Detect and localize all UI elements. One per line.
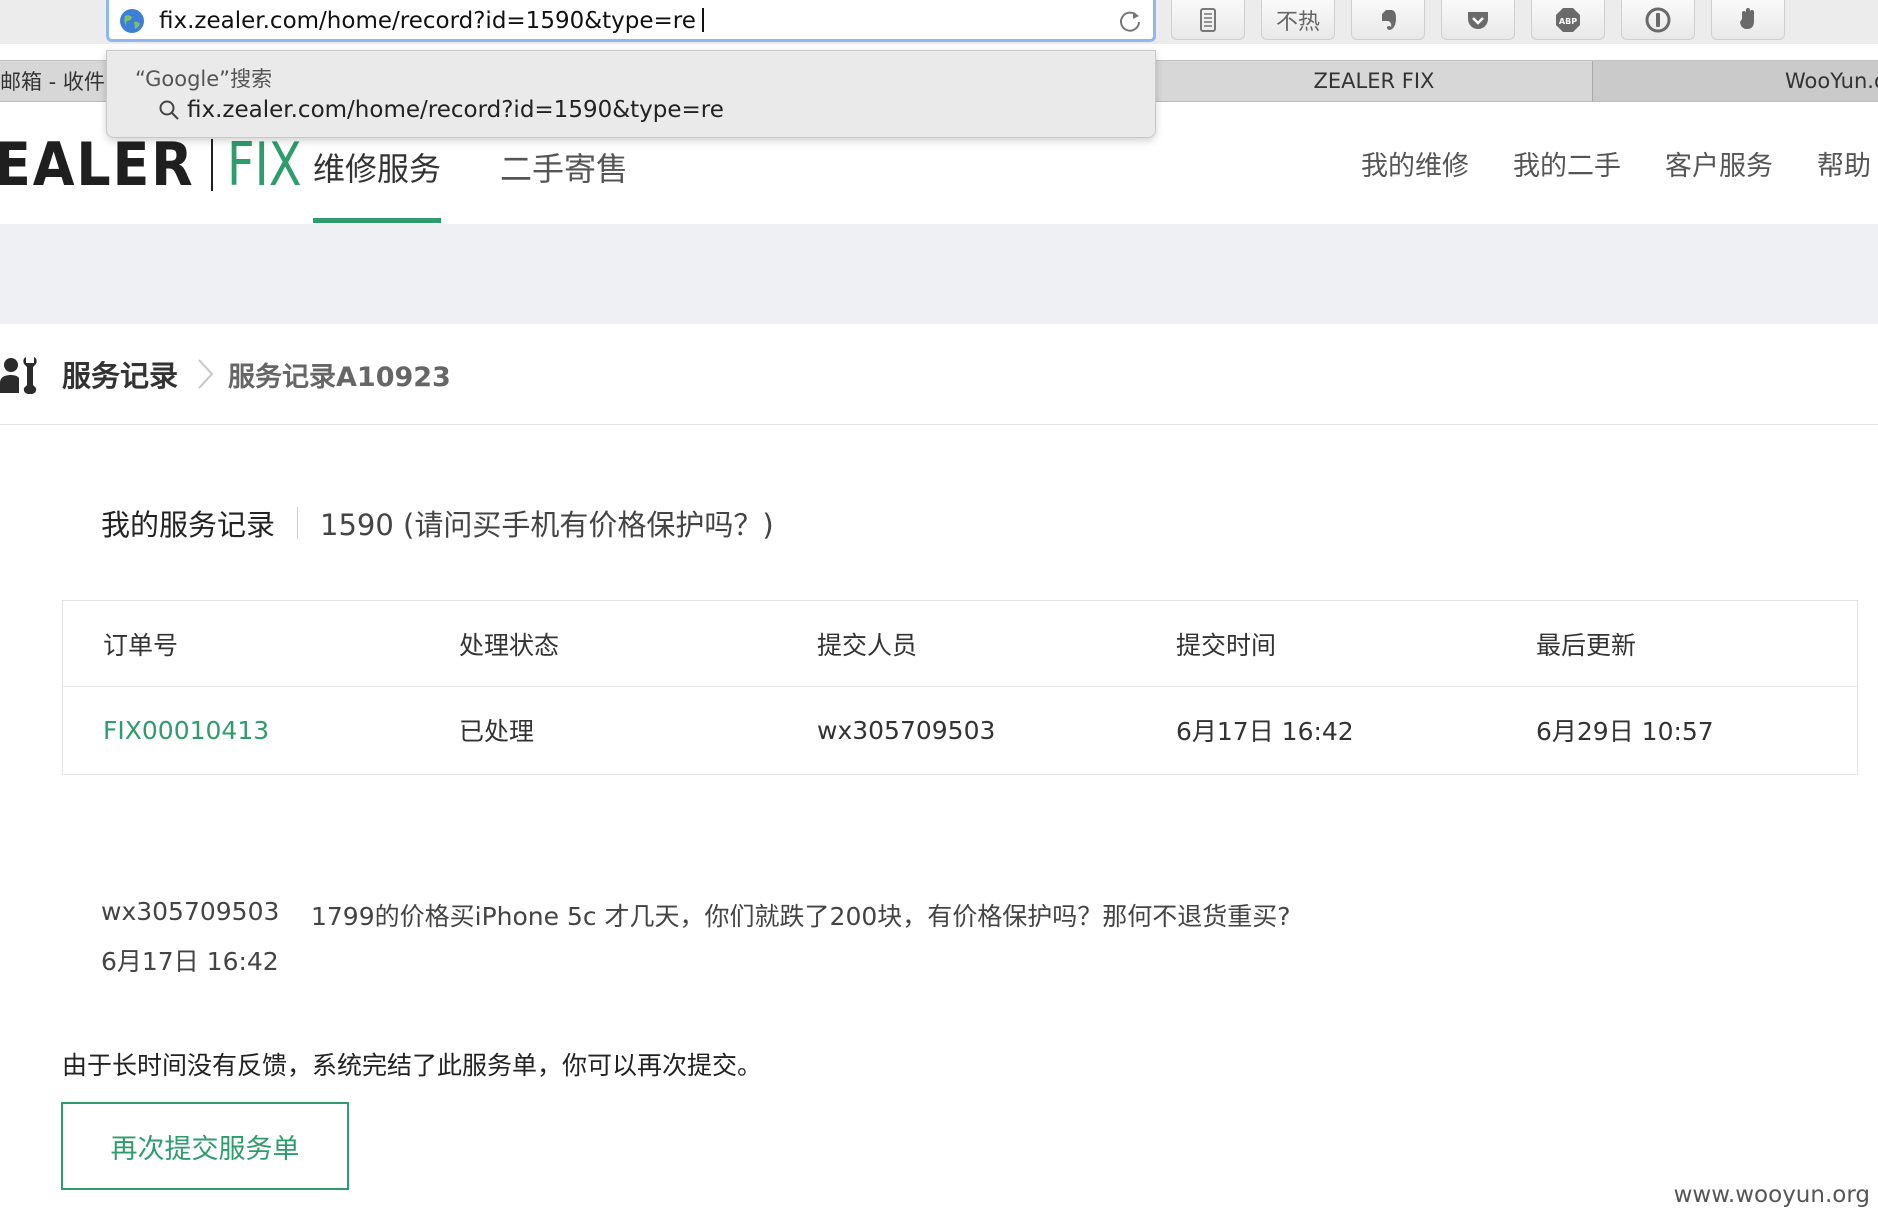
tab-wooyun[interactable]: WooYun.o bbox=[1592, 61, 1878, 101]
browser-toolbar: fix.zealer.com/home/record?id=1590&type=… bbox=[0, 0, 1878, 44]
adblock-icon: ABP bbox=[1556, 7, 1580, 32]
address-text[interactable]: fix.zealer.com/home/record?id=1590&type=… bbox=[159, 8, 704, 34]
table-header: 订单号 处理状态 提交人员 提交时间 最后更新 bbox=[63, 601, 1857, 687]
submitter-cell: wx305709503 bbox=[817, 715, 996, 745]
heading-divider bbox=[297, 507, 299, 539]
status-cell: 已处理 bbox=[459, 717, 535, 746]
breadcrumb-current: 服务记录A10923 bbox=[228, 361, 451, 393]
record-table: 订单号 处理状态 提交人员 提交时间 最后更新 FIX00010413 已处理 … bbox=[62, 600, 1858, 775]
address-bar[interactable]: fix.zealer.com/home/record?id=1590&type=… bbox=[106, 0, 1156, 42]
nav-my-second-hand[interactable]: 我的二手 bbox=[1513, 144, 1621, 183]
nav-help[interactable]: 帮助 bbox=[1817, 144, 1871, 183]
message-author: wx305709503 bbox=[101, 897, 280, 926]
suggestion-header: “Google”搜索 bbox=[135, 67, 273, 91]
tab-zealer-fix[interactable]: ZEALER FIX bbox=[1155, 61, 1592, 101]
submitted-time-cell: 6月17日 16:42 bbox=[1176, 717, 1354, 746]
tab-mail[interactable]: 邮箱 - 收件 bbox=[0, 61, 108, 101]
resubmit-button[interactable]: 再次提交服务单 bbox=[61, 1102, 349, 1190]
banner-band bbox=[0, 224, 1878, 324]
ghostery-button[interactable] bbox=[1711, 0, 1785, 40]
reader-icon bbox=[1200, 7, 1216, 32]
adblock-button[interactable]: ABP bbox=[1531, 0, 1605, 40]
reader-button[interactable] bbox=[1171, 0, 1245, 40]
watermark: www.wooyun.org bbox=[1673, 1182, 1870, 1208]
search-icon bbox=[159, 100, 179, 120]
nav-customer-service[interactable]: 客户服务 bbox=[1665, 144, 1773, 183]
order-link[interactable]: FIX00010413 bbox=[103, 716, 269, 745]
message-text: 1799的价格买iPhone 5c 才几天，你们就跌了200块，有价格保护吗？那… bbox=[311, 902, 1291, 931]
nav-my-repairs[interactable]: 我的维修 bbox=[1361, 144, 1469, 183]
order-cell: FIX00010413 bbox=[103, 687, 269, 773]
pocket-icon bbox=[1468, 11, 1488, 29]
service-tools-icon bbox=[0, 357, 37, 394]
record-subtitle: 1590 (请问买手机有价格保护吗？) bbox=[320, 508, 774, 542]
suggestion-item[interactable]: fix.zealer.com/home/record?id=1590&type=… bbox=[157, 97, 724, 123]
svg-text:ABP: ABP bbox=[1559, 17, 1577, 26]
breadcrumb-divider bbox=[0, 424, 1878, 425]
breadcrumb: 服务记录 服务记录A10923 bbox=[0, 352, 451, 396]
column-header-order: 订单号 bbox=[103, 631, 179, 660]
updated-time-cell: 6月29日 10:57 bbox=[1536, 717, 1714, 746]
record-title: 我的服务记录 bbox=[101, 508, 276, 542]
column-header-submitter: 提交人员 bbox=[817, 631, 918, 660]
reload-icon[interactable] bbox=[1117, 8, 1143, 34]
message-time: 6月17日 16:42 bbox=[101, 947, 279, 976]
nav-repair-service[interactable]: 维修服务 bbox=[313, 144, 441, 190]
breadcrumb-root[interactable]: 服务记录 bbox=[62, 353, 178, 395]
evernote-button[interactable] bbox=[1351, 0, 1425, 40]
record-heading: 我的服务记录 1590 (请问买手机有价格保护吗？) bbox=[101, 503, 774, 543]
logo-fix-text: FIX bbox=[226, 130, 302, 200]
table-row: FIX00010413 已处理 wx305709503 6月17日 16:42 … bbox=[63, 687, 1857, 773]
column-header-updated: 最后更新 bbox=[1536, 631, 1637, 660]
logo-divider bbox=[210, 139, 213, 191]
column-header-submitted: 提交时间 bbox=[1176, 631, 1277, 660]
nav-active-indicator bbox=[313, 218, 441, 223]
evernote-icon bbox=[1382, 9, 1396, 30]
globe-icon bbox=[120, 9, 144, 33]
buere-button[interactable]: 不热 bbox=[1261, 0, 1335, 40]
ghostery-icon bbox=[1740, 7, 1754, 29]
chevron-right-icon bbox=[198, 359, 214, 389]
zealer-fix-logo[interactable]: EALER FIX bbox=[0, 130, 320, 200]
closed-notice: 由于长时间没有反馈，系统完结了此服务单，你可以再次提交。 bbox=[62, 1051, 763, 1080]
column-header-status: 处理状态 bbox=[459, 631, 560, 660]
buere-icon: 不热 bbox=[1275, 9, 1320, 35]
logo-text: EALER bbox=[0, 130, 195, 200]
address-suggestions: “Google”搜索 fix.zealer.com/home/record?id… bbox=[106, 50, 1156, 138]
pocket-button[interactable] bbox=[1441, 0, 1515, 40]
onepassword-icon bbox=[1645, 7, 1671, 32]
onepassword-button[interactable] bbox=[1621, 0, 1695, 40]
nav-second-hand[interactable]: 二手寄售 bbox=[500, 144, 628, 190]
